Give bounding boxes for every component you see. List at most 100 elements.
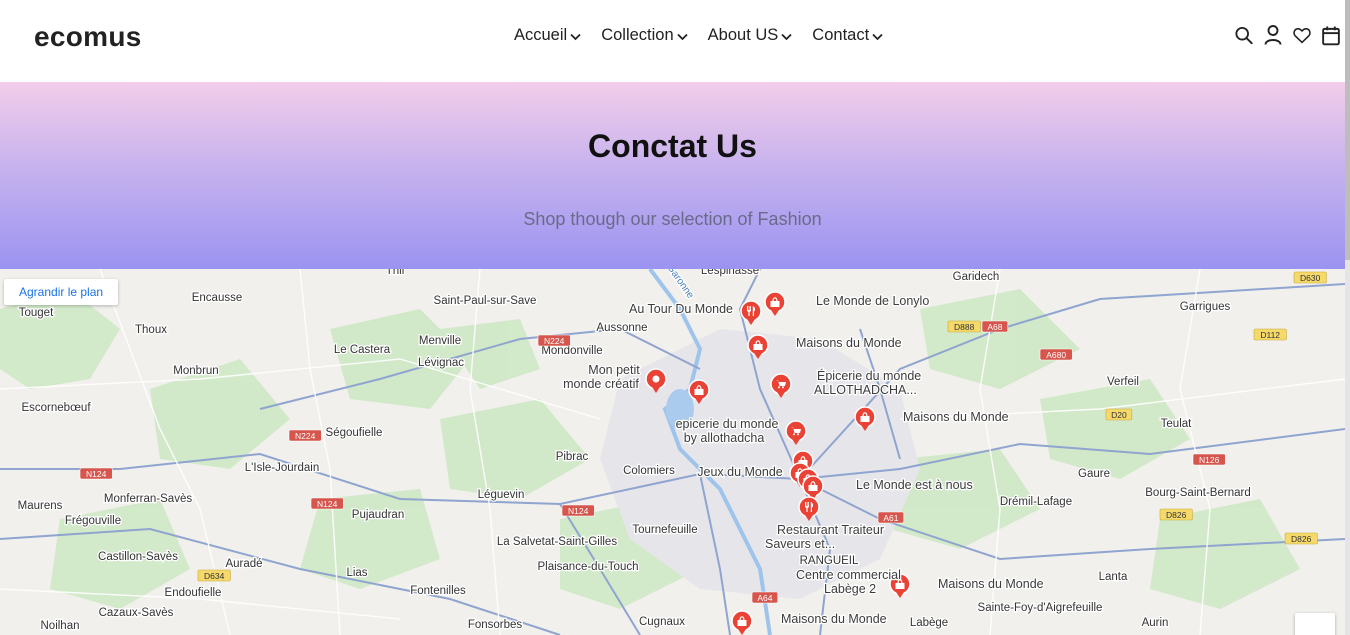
map-place-label: La Salvetat-Saint-Gilles [497, 536, 617, 548]
map-place-label: Léguevin [478, 489, 525, 501]
road-badge: A680 [1039, 348, 1073, 361]
map-place-label: Labège [910, 617, 948, 629]
nav-item-accueil[interactable]: Accueil [514, 26, 581, 45]
shop-marker-icon[interactable] [731, 610, 753, 635]
svg-text:D826: D826 [1166, 510, 1187, 520]
nav-item-contact[interactable]: Contact [812, 26, 883, 45]
road-badge: D826 [1159, 508, 1193, 521]
chevron-down-icon [872, 33, 883, 40]
map-place-label: Saint-Paul-sur-Save [434, 295, 537, 307]
map-place-label: Pibrac [556, 451, 589, 463]
map-place-label: Maisons du Monde [781, 612, 887, 626]
road-badge: A61 [877, 511, 905, 524]
map-place-label: Restaurant Traiteur [777, 523, 884, 537]
svg-text:D634: D634 [204, 571, 225, 581]
map-place-label: Mon petit [588, 363, 640, 377]
map-place-label: Monbrun [173, 365, 218, 377]
search-icon[interactable] [1235, 25, 1253, 45]
heart-icon[interactable] [1293, 25, 1311, 45]
scrollbar-thumb[interactable] [1345, 0, 1350, 260]
map-place-label: Noilhan [41, 620, 80, 632]
map-place-label: Pujaudran [352, 509, 404, 521]
road-badge: A68 [981, 320, 1009, 333]
map-place-label: Le Castera [334, 344, 391, 356]
road-badge: N224 [537, 334, 571, 347]
svg-text:N124: N124 [86, 469, 107, 479]
brand-logo[interactable]: ecomus [34, 21, 142, 53]
nav-item-label: Accueil [514, 26, 568, 44]
map-place-label: Centre commercial [796, 568, 901, 582]
map-place-label: Encausse [192, 292, 243, 304]
map-place-label: monde créatif [563, 377, 639, 391]
map-place-label: Garrigues [1180, 301, 1231, 313]
map-place-label: Fontenilles [410, 585, 466, 597]
road-badge: A64 [751, 591, 779, 604]
road-badge: D826 [1284, 532, 1318, 545]
nav-item-collection[interactable]: Collection [601, 26, 688, 45]
map-place-label: Lespinasse [701, 269, 759, 277]
map-place-label: Drémil-Lafage [1000, 496, 1072, 508]
road-badge: N126 [1192, 453, 1226, 466]
map-place-label: ALLOTHADCHA... [814, 383, 917, 397]
nav-item-about[interactable]: About US [708, 26, 793, 45]
chevron-down-icon [570, 33, 581, 40]
svg-text:D630: D630 [1300, 273, 1321, 283]
map-place-label: Sainte-Foy-d'Aigrefeuille [978, 602, 1103, 614]
map-place-label: Fonsorbes [468, 619, 523, 631]
map-place-label: Cugnaux [639, 616, 685, 628]
svg-text:A64: A64 [757, 593, 772, 603]
map-place-label: Endoufielle [165, 587, 222, 599]
road-badge: D20 [1105, 408, 1133, 421]
map-place-label: Maisons du Monde [903, 410, 1009, 424]
map-place-label: Frégouville [65, 515, 121, 527]
calendar-icon[interactable] [1322, 25, 1340, 45]
map-place-label: Au Tour Du Monde [629, 302, 733, 316]
map-place-label: Lias [346, 567, 367, 579]
map-place-label: Labège 2 [824, 582, 876, 596]
map-canvas[interactable]: Thil Lespinasse Garidech Encausse Saint-Paul… [0, 269, 1345, 635]
svg-text:N124: N124 [317, 499, 338, 509]
map-place-label: Castillon-Savès [98, 551, 178, 563]
map-place-label: Lanta [1099, 571, 1128, 583]
chevron-down-icon [781, 33, 792, 40]
road-badge: N224 [288, 429, 322, 442]
map-place-label: Ségoufielle [326, 427, 383, 439]
road-badge: N124 [561, 504, 595, 517]
enlarge-map-button[interactable]: Agrandir le plan [4, 279, 119, 305]
map-place-label: Verfeil [1107, 376, 1139, 388]
map-place-label: Le Monde de Lonylo [816, 294, 929, 308]
page-subtitle: Shop though our selection of Fashion [523, 209, 822, 229]
location-map[interactable]: Thil Lespinasse Garidech Encausse Saint-Paul… [0, 269, 1345, 635]
map-place-label: Saveurs et... [765, 537, 835, 551]
map-place-label: Auradé [225, 558, 262, 570]
map-place-label: Aurin [1142, 617, 1169, 629]
shop-marker-icon[interactable] [764, 291, 786, 316]
page-scrollbar[interactable] [1345, 0, 1350, 635]
svg-text:D112: D112 [1260, 330, 1280, 340]
map-place-label: Thil [386, 269, 405, 277]
svg-text:A61: A61 [883, 513, 898, 523]
road-badge: D630 [1293, 271, 1327, 284]
map-place-label: Mondonville [541, 345, 602, 357]
map-place-label: Tournefeuille [632, 524, 697, 536]
nav-item-label: About US [707, 26, 779, 44]
nav-item-label: Contact [812, 26, 870, 44]
road-badge: D112 [1253, 328, 1287, 341]
header-icons [1235, 25, 1340, 45]
contact-hero: Conctat Us Shop though our selection of … [0, 82, 1345, 269]
road-badge: N124 [310, 497, 344, 510]
map-place-label: Maurens [18, 500, 63, 512]
map-place-label: Colomiers [623, 465, 675, 477]
map-place-label: Gaure [1078, 468, 1110, 480]
map-place-label: Touget [19, 307, 54, 319]
svg-text:N224: N224 [544, 336, 565, 346]
svg-text:D20: D20 [1111, 410, 1127, 420]
road-badge: D888 [947, 320, 981, 333]
map-place-label: epicerie du monde [676, 417, 779, 431]
main-nav: Accueil Collection About US Contact [514, 26, 903, 45]
map-place-label: Maisons du Monde [938, 577, 1044, 591]
zoom-in-button[interactable] [1295, 613, 1335, 635]
map-place-label: L'Isle-Jourdain [245, 462, 319, 474]
user-icon[interactable] [1264, 25, 1282, 45]
svg-text:N126: N126 [1199, 455, 1220, 465]
